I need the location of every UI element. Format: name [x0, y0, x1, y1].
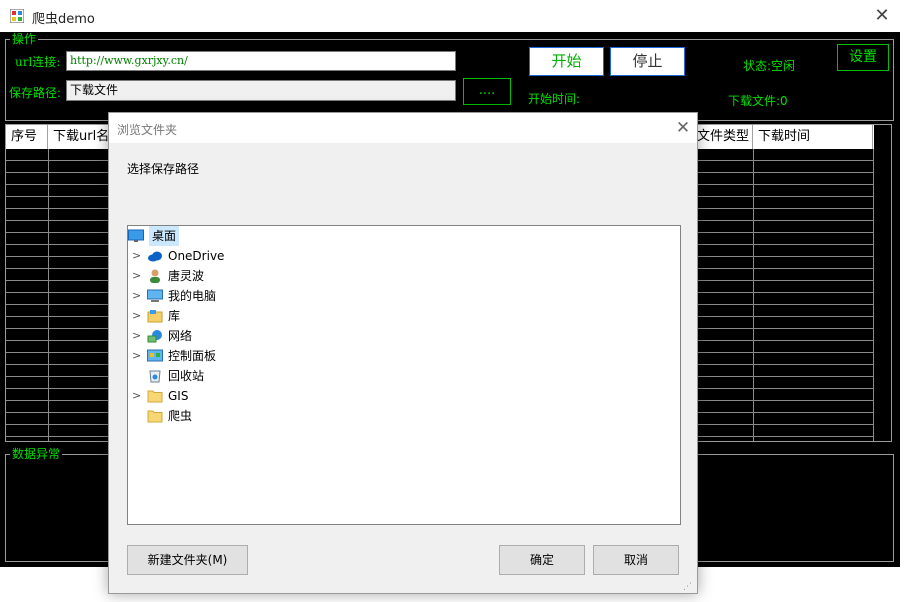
folder-tree[interactable]: 桌面 > OneDrive > 唐灵波 > 我的电脑 > 库 > 网络 > 控制… — [127, 225, 681, 525]
url-input[interactable]: http://www.gxrjxy.cn/ — [66, 51, 456, 71]
dialog-description: 选择保存路径 — [127, 162, 200, 176]
tree-item[interactable]: 桌面 — [128, 226, 680, 246]
grid-column-line — [48, 149, 49, 441]
network-icon — [147, 329, 163, 343]
column-header-download-time[interactable]: 下载时间 — [753, 125, 873, 149]
tree-item[interactable]: > GIS — [128, 386, 680, 406]
dialog-close-icon[interactable]: ✕ — [671, 116, 695, 140]
tree-item[interactable]: > 控制面板 — [128, 346, 680, 366]
start-time-label: 开始时间: — [528, 92, 581, 106]
folder-icon — [147, 409, 163, 423]
user-icon — [147, 269, 163, 283]
grid-column-line — [873, 149, 874, 441]
control-panel-icon — [147, 349, 163, 363]
chevron-right-icon[interactable]: > — [132, 326, 142, 346]
browse-folder-dialog: 浏览文件夹 ✕ 选择保存路径 桌面 > OneDrive > 唐灵波 > 我的电… — [108, 112, 698, 594]
chevron-right-icon[interactable]: > — [132, 246, 142, 266]
desktop-icon — [128, 229, 144, 243]
settings-button[interactable]: 设置 — [837, 44, 889, 71]
tree-item-label: 唐灵波 — [168, 269, 205, 283]
errors-group-label: 数据异常 — [10, 447, 63, 461]
app-icon — [9, 8, 25, 24]
chevron-right-icon[interactable]: > — [132, 346, 142, 366]
column-header-file-type[interactable]: 文件类型 — [692, 125, 753, 149]
chevron-right-icon[interactable]: > — [132, 286, 142, 306]
grid-column-line — [753, 149, 754, 441]
tree-item-label: 回收站 — [168, 369, 205, 383]
tree-item[interactable]: > OneDrive — [128, 246, 680, 266]
tree-item-label: OneDrive — [168, 249, 225, 263]
close-icon[interactable]: ✕ — [868, 4, 896, 28]
main-title-bar: 爬虫demo ✕ — [0, 0, 907, 32]
status-text: 状态:空闲 — [743, 59, 796, 73]
tree-item-label: 网络 — [168, 329, 193, 343]
library-icon — [147, 309, 163, 323]
tree-item-label: 控制面板 — [168, 349, 217, 363]
save-path-label: 保存路径: — [9, 86, 62, 100]
tree-item[interactable]: > 我的电脑 — [128, 286, 680, 306]
dialog-title: 浏览文件夹 — [117, 123, 178, 137]
tree-item-label: 库 — [168, 309, 181, 323]
cloud-icon — [147, 249, 163, 263]
cancel-button[interactable]: 取消 — [593, 545, 679, 575]
tree-item-label: 我的电脑 — [168, 289, 217, 303]
download-count-text: 下载文件:0 — [728, 94, 788, 108]
tree-item-label: GIS — [168, 389, 189, 403]
tree-item[interactable]: 爬虫 — [128, 406, 680, 426]
save-path-input[interactable]: 下载文件 — [66, 80, 456, 101]
chevron-right-icon[interactable]: > — [132, 306, 142, 326]
tree-item[interactable]: > 网络 — [128, 326, 680, 346]
browse-button[interactable]: .... — [463, 78, 511, 105]
column-header-index[interactable]: 序号 — [6, 125, 48, 149]
operations-group-label: 操作 — [10, 32, 39, 46]
tree-item[interactable]: > 库 — [128, 306, 680, 326]
tree-item-label: 桌面 — [149, 226, 180, 246]
recycle-bin-icon — [147, 369, 163, 383]
new-folder-button[interactable]: 新建文件夹(M) — [127, 545, 248, 575]
window-title: 爬虫demo — [32, 12, 95, 27]
tree-item[interactable]: 回收站 — [128, 366, 680, 386]
tree-item-label: 爬虫 — [168, 409, 193, 423]
ok-button[interactable]: 确定 — [499, 545, 585, 575]
folder-icon — [147, 389, 163, 403]
stop-button[interactable]: 停止 — [610, 47, 685, 76]
chevron-right-icon[interactable]: > — [132, 266, 142, 286]
chevron-right-icon[interactable]: > — [132, 386, 142, 406]
resize-grip-icon[interactable]: ⋰ — [683, 581, 695, 593]
tree-item[interactable]: > 唐灵波 — [128, 266, 680, 286]
url-label: url连接: — [15, 55, 61, 69]
dialog-title-bar: 浏览文件夹 ✕ — [109, 113, 697, 143]
start-button[interactable]: 开始 — [529, 47, 604, 76]
computer-icon — [147, 289, 163, 303]
